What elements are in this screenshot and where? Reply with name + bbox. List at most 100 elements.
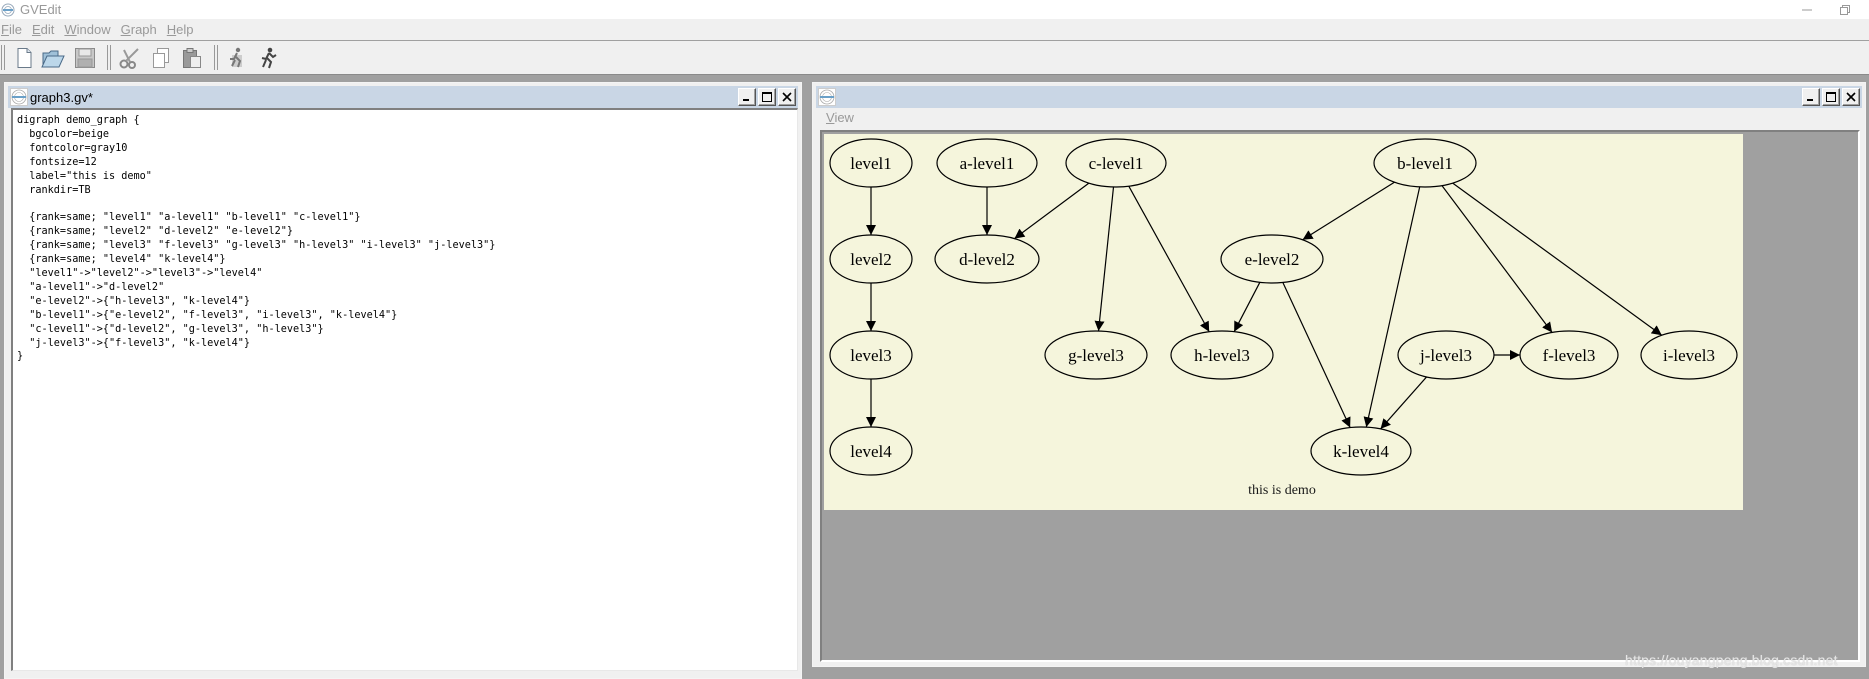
save-file-button[interactable] — [73, 46, 97, 70]
graph-node-j-level3: j-level3 — [1397, 330, 1495, 380]
graph-edge-e-level2-to-h-level3 — [1233, 282, 1261, 332]
close-icon — [782, 92, 792, 102]
graph-edge-e-level2-to-k-level4 — [1282, 282, 1351, 428]
graph-node-k-level4: k-level4 — [1310, 426, 1412, 476]
preview-maximize-button[interactable] — [1822, 88, 1840, 106]
graph-node-c-level1: c-level1 — [1065, 138, 1167, 188]
pane-divider — [802, 75, 809, 679]
menubar: File Edit Window Graph Help — [0, 19, 1869, 40]
running-man-icon — [261, 47, 277, 69]
graph-edge-c-level1-to-g-level3 — [1094, 186, 1115, 332]
graph-node-label: h-level3 — [1194, 346, 1250, 365]
save-icon — [75, 48, 95, 68]
menu-edit[interactable]: Edit — [28, 22, 58, 37]
graph-edge-b-level1-to-e-level2 — [1302, 181, 1395, 241]
graph-render: level1 a-level1 c-level1 b-level1 level2 d-le… — [829, 138, 1738, 498]
graph-node-level3: level3 — [829, 330, 913, 380]
restore-icon — [1840, 4, 1850, 15]
graph-node-level4: level4 — [829, 426, 913, 476]
menu-help[interactable]: Help — [163, 22, 198, 37]
graph-node-label: level1 — [850, 154, 892, 173]
graph-node-i-level3: i-level3 — [1640, 330, 1738, 380]
graph-node-h-level3: h-level3 — [1170, 330, 1274, 380]
graph-label: this is demo — [1248, 483, 1316, 498]
graph-node-label: a-level1 — [960, 154, 1015, 173]
graph-node-g-level3: g-level3 — [1044, 330, 1148, 380]
graph-node-label: i-level3 — [1663, 346, 1715, 365]
graph-node-label: level3 — [850, 346, 892, 365]
graph-node-label: g-level3 — [1068, 346, 1124, 365]
editor-minimize-button[interactable] — [738, 88, 756, 106]
graph-node-label: f-level3 — [1543, 346, 1596, 365]
app-titlebar: GVEdit — [0, 0, 1869, 19]
graph-node-label: c-level1 — [1089, 154, 1144, 173]
preview-window-caption[interactable] — [816, 86, 1862, 108]
menu-window[interactable]: Window — [60, 22, 114, 37]
graph-node-b-level1: b-level1 — [1373, 138, 1477, 188]
paste-icon — [183, 48, 201, 68]
graph-node-label: j-level3 — [1419, 346, 1472, 365]
menu-graph[interactable]: Graph — [117, 22, 161, 37]
graph-node-label: d-level2 — [959, 250, 1015, 269]
watermark: https://ouyangpeng.blog.csdn.net — [1625, 652, 1838, 668]
minimize-icon — [743, 99, 749, 101]
menu-file[interactable]: File — [0, 22, 26, 37]
graphviz-logo-icon — [818, 88, 836, 106]
preview-window-controls — [1802, 88, 1860, 106]
new-file-button[interactable] — [12, 46, 36, 70]
toolbar-grip-2[interactable] — [107, 45, 111, 70]
graph-edge-c-level1-to-h-level3 — [1128, 185, 1210, 333]
code-editor[interactable]: digraph demo_graph { bgcolor=beige fontc… — [11, 108, 798, 671]
editor-close-button[interactable] — [778, 88, 796, 106]
settings-run-button[interactable] — [225, 46, 249, 70]
graph-node-label: e-level2 — [1245, 250, 1300, 269]
graph-edge-b-level1-to-f-level3 — [1441, 185, 1553, 333]
scissors-icon — [119, 48, 139, 69]
graph-node-level2: level2 — [829, 234, 913, 284]
graph-node-label: b-level1 — [1397, 154, 1453, 173]
app-title: GVEdit — [20, 2, 62, 17]
window-minimize-button[interactable] — [1792, 0, 1822, 19]
minimize-icon — [1802, 9, 1812, 10]
preview-close-button[interactable] — [1842, 88, 1860, 106]
menu-view[interactable]: View — [826, 110, 854, 125]
preview-minimize-button[interactable] — [1802, 88, 1820, 106]
graph-edge-b-level1-to-k-level4 — [1363, 186, 1421, 428]
toolbar-grip[interactable] — [1, 45, 5, 70]
open-file-button[interactable] — [41, 46, 65, 70]
graph-edge-j-level3-to-k-level4 — [1380, 376, 1428, 430]
graphviz-logo-icon — [10, 88, 28, 106]
close-icon — [1846, 92, 1856, 102]
graph-node-label: k-level4 — [1333, 442, 1389, 461]
minimize-icon — [1807, 99, 1813, 101]
window-restore-button[interactable] — [1830, 0, 1860, 19]
graph-node-a-level1: a-level1 — [936, 138, 1038, 188]
graph-node-label: level4 — [850, 442, 892, 461]
graph-node-d-level2: d-level2 — [934, 234, 1040, 284]
run-settings-icon — [230, 47, 242, 68]
maximize-icon — [762, 92, 772, 102]
toolbar-grip-3[interactable] — [214, 45, 218, 70]
copy-icon — [153, 48, 169, 68]
graph-node-level1: level1 — [829, 138, 913, 188]
graph-edge-c-level1-to-d-level2 — [1014, 182, 1090, 240]
paste-button[interactable] — [180, 46, 204, 70]
run-button[interactable] — [256, 46, 280, 70]
maximize-icon — [1826, 92, 1836, 102]
editor-maximize-button[interactable] — [758, 88, 776, 106]
graph-node-f-level3: f-level3 — [1519, 330, 1619, 380]
graph-edge-b-level1-to-i-level3 — [1452, 182, 1663, 336]
graph-canvas-scroll-area[interactable]: level1 a-level1 c-level1 b-level1 level2 d-le… — [820, 130, 1860, 662]
new-document-icon — [17, 48, 32, 68]
toolbar — [0, 41, 1869, 74]
editor-window-controls — [738, 88, 796, 106]
graph-canvas: level1 a-level1 c-level1 b-level1 level2 d-le… — [824, 134, 1743, 510]
cut-button[interactable] — [118, 46, 142, 70]
graphviz-logo-icon — [1, 3, 15, 16]
editor-window-caption[interactable]: graph3.gv* — [8, 86, 798, 108]
graph-node-e-level2: e-level2 — [1220, 234, 1324, 284]
editor-window-title: graph3.gv* — [30, 89, 93, 105]
open-folder-icon — [41, 50, 65, 68]
graph-node-label: level2 — [850, 250, 892, 269]
copy-button[interactable] — [149, 46, 173, 70]
